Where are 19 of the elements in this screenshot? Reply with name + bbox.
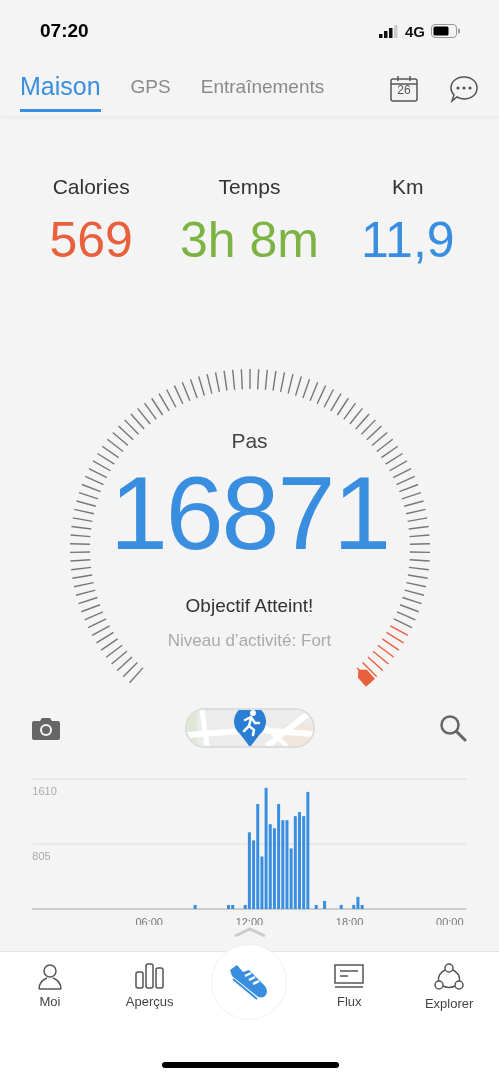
status-time: 07:20 bbox=[40, 20, 89, 42]
nav-tab[interactable]: Flux bbox=[299, 962, 400, 1009]
calendar-button[interactable]: 26 bbox=[389, 75, 419, 103]
activity-level: Niveau d’activité: Fort bbox=[167, 631, 332, 651]
gauge-title: Pas bbox=[231, 429, 268, 453]
stat-value: 11,9 bbox=[361, 211, 455, 269]
stat-label: Calories bbox=[52, 175, 130, 199]
step-count: 16871 bbox=[109, 461, 390, 565]
stat-value: 569 bbox=[49, 211, 133, 269]
stat-label: Km bbox=[392, 175, 424, 199]
nav-tab[interactable]: Explorer bbox=[399, 962, 499, 1011]
stat-label: Temps bbox=[218, 175, 281, 199]
y-tick-label: 1610 bbox=[32, 785, 57, 797]
y-tick-label: 805 bbox=[32, 850, 51, 862]
stat-value: 3h 8m bbox=[180, 211, 319, 269]
network-type: 4G bbox=[405, 22, 425, 40]
nav-tab[interactable]: Moi bbox=[0, 962, 100, 1009]
nav-tab[interactable]: Aperçus bbox=[99, 962, 200, 1009]
goal-status: Objectif Atteint! bbox=[185, 595, 314, 617]
